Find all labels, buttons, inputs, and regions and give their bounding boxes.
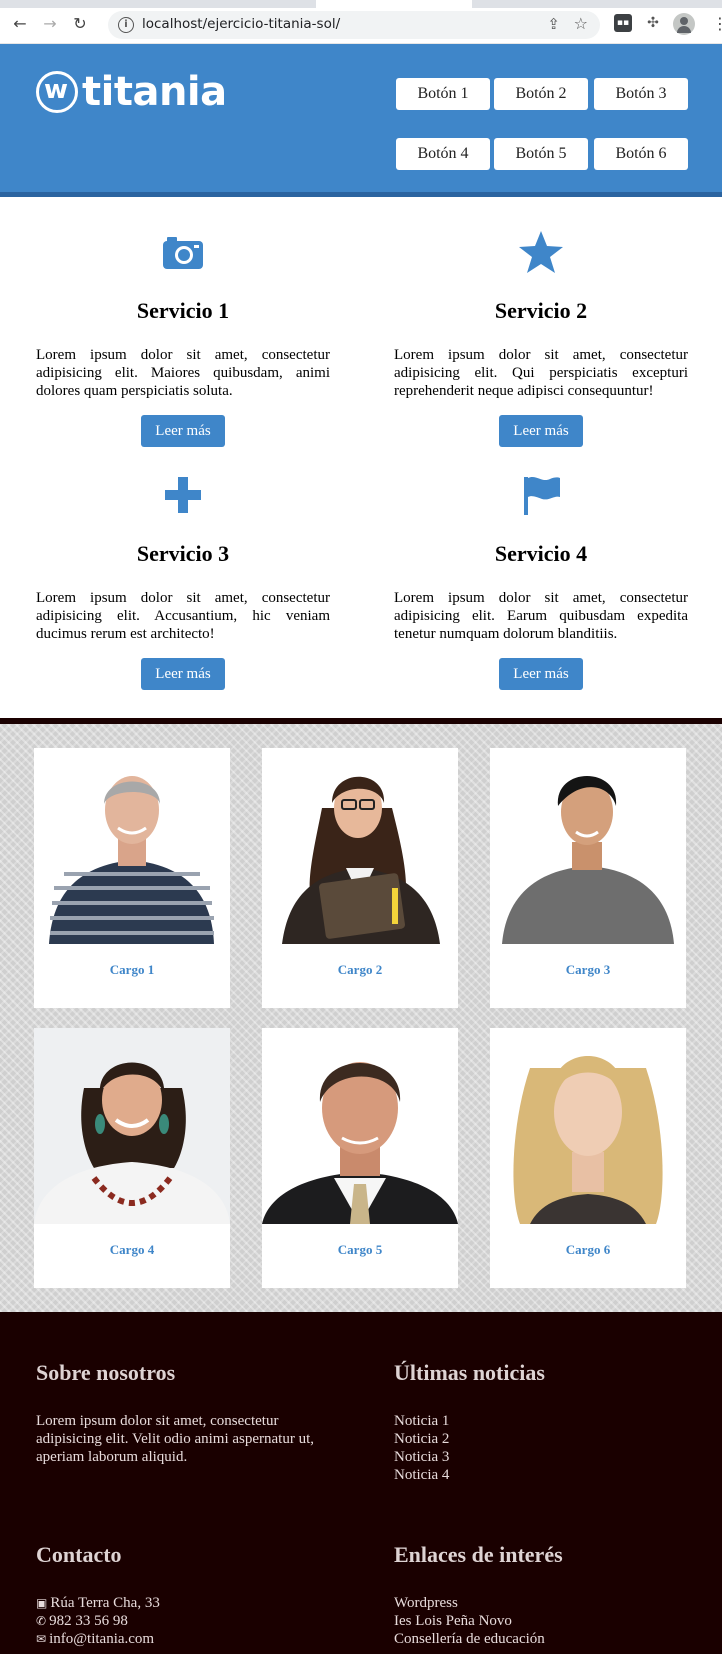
footer-news: Últimas noticias Noticia 1 Noticia 2 Not… — [394, 1360, 694, 1484]
bookmark-star-icon[interactable]: ☆ — [574, 14, 588, 33]
footer-contact: Contacto ▣ Rúa Terra Cha, 33 ✆ 982 33 56 9… — [36, 1542, 336, 1648]
service-text: Lorem ipsum dolor sit amet, consectetur … — [36, 347, 330, 399]
puzzle-icon[interactable]: ✣ — [644, 14, 662, 32]
footer-links-title: Enlaces de interés — [394, 1542, 563, 1567]
flag-icon — [394, 471, 688, 519]
site-info-icon[interactable]: i — [118, 17, 134, 33]
footer-about-text: Lorem ipsum dolor sit amet, consectetur … — [36, 1413, 315, 1465]
team-card[interactable]: Cargo 6 — [490, 1028, 686, 1288]
footer-links: Enlaces de interés Wordpress Ies Lois Pe… — [394, 1542, 694, 1648]
logo[interactable]: w titania — [36, 69, 227, 115]
team-photo-3 — [490, 748, 686, 944]
team-photo-4 — [34, 1028, 230, 1224]
reload-icon[interactable]: ↻ — [70, 14, 90, 34]
camera-icon — [36, 228, 330, 276]
interest-link[interactable]: Consellería de educación — [394, 1630, 694, 1648]
interest-link[interactable]: Wordpress — [394, 1594, 694, 1612]
news-link[interactable]: Noticia 3 — [394, 1448, 694, 1466]
contact-email[interactable]: info@titania.com — [49, 1631, 154, 1647]
active-tab[interactable] — [316, 0, 472, 8]
service-text: Lorem ipsum dolor sit amet, consectetur … — [394, 347, 688, 399]
footer-news-title: Últimas noticias — [394, 1360, 545, 1385]
contact-address: Rúa Terra Cha, 33 — [50, 1595, 160, 1611]
logo-text: titania — [82, 69, 227, 115]
news-link[interactable]: Noticia 4 — [394, 1466, 694, 1484]
nav-button-1[interactable]: Botón 1 — [396, 78, 490, 110]
service-title: Servicio 2 — [494, 298, 588, 323]
envelope-icon: ✉ — [36, 1632, 47, 1646]
team-section: Cargo 1 Cargo 2 Cargo 3 Cargo 4 Cargo 5 … — [0, 718, 722, 1312]
nav-button-3[interactable]: Botón 3 — [594, 78, 688, 110]
team-card[interactable]: Cargo 3 — [490, 748, 686, 1008]
team-photo-6 — [490, 1028, 686, 1224]
service-text: Lorem ipsum dolor sit amet, consectetur … — [394, 590, 688, 642]
site-footer: Sobre nosotros Lorem ipsum dolor sit ame… — [0, 1312, 722, 1654]
back-icon[interactable]: ← — [10, 14, 30, 34]
service-card-2: Servicio 2 Lorem ipsum dolor sit amet, c… — [394, 228, 688, 447]
interest-link[interactable]: Ies Lois Peña Novo — [394, 1612, 694, 1630]
read-more-button[interactable]: Leer más — [141, 658, 225, 690]
news-link[interactable]: Noticia 2 — [394, 1430, 694, 1448]
nav-button-6[interactable]: Botón 6 — [594, 138, 688, 170]
nav-button-5[interactable]: Botón 5 — [494, 138, 588, 170]
footer-about: Sobre nosotros Lorem ipsum dolor sit ame… — [36, 1360, 336, 1466]
site-header: w titania Botón 1 Botón 2 Botón 3 Botón … — [0, 44, 722, 197]
team-photo-2 — [262, 748, 458, 944]
star-icon — [394, 228, 688, 276]
browser-toolbar: ← → ↻ i localhost/ejercicio-titania-sol/… — [0, 0, 722, 44]
team-cargo: Cargo 3 — [565, 962, 611, 977]
menu-kebab-icon[interactable]: ⋮ — [712, 14, 722, 33]
service-card-3: Servicio 3 Lorem ipsum dolor sit amet, c… — [36, 471, 330, 690]
address-bar[interactable]: i localhost/ejercicio-titania-sol/ ⇪ ☆ — [108, 11, 600, 39]
nav-button-4[interactable]: Botón 4 — [396, 138, 490, 170]
team-card[interactable]: Cargo 4 — [34, 1028, 230, 1288]
nav-button-2[interactable]: Botón 2 — [494, 78, 588, 110]
tab-strip — [0, 0, 722, 8]
service-title: Servicio 3 — [136, 541, 230, 566]
plus-icon — [36, 471, 330, 519]
service-text: Lorem ipsum dolor sit amet, consectetur … — [36, 590, 330, 642]
phone-icon: ✆ — [36, 1614, 47, 1628]
profile-avatar-icon[interactable] — [673, 13, 695, 35]
team-card[interactable]: Cargo 5 — [262, 1028, 458, 1288]
service-card-4: Servicio 4 Lorem ipsum dolor sit amet, c… — [394, 471, 688, 690]
url-text[interactable]: localhost/ejercicio-titania-sol/ — [142, 16, 340, 32]
news-link[interactable]: Noticia 1 — [394, 1412, 694, 1430]
team-photo-1 — [34, 748, 230, 944]
address-card-icon: ▣ — [36, 1596, 48, 1610]
forward-icon[interactable]: → — [40, 14, 60, 34]
service-title: Servicio 1 — [136, 298, 230, 323]
team-photo-5 — [262, 1028, 458, 1224]
read-more-button[interactable]: Leer más — [499, 415, 583, 447]
team-cargo: Cargo 1 — [109, 962, 155, 977]
footer-contact-title: Contacto — [36, 1542, 122, 1567]
service-title: Servicio 4 — [494, 541, 588, 566]
team-cargo: Cargo 4 — [109, 1242, 155, 1257]
service-card-1: Servicio 1 Lorem ipsum dolor sit amet, c… — [36, 228, 330, 447]
team-card[interactable]: Cargo 1 — [34, 748, 230, 1008]
team-cargo: Cargo 6 — [565, 1242, 611, 1257]
read-more-button[interactable]: Leer más — [499, 658, 583, 690]
team-cargo: Cargo 2 — [337, 962, 383, 977]
contact-phone: 982 33 56 98 — [49, 1613, 128, 1629]
extension-icon[interactable]: ▪▪ — [614, 14, 632, 32]
share-icon[interactable]: ⇪ — [547, 15, 560, 33]
logo-mark-icon: w — [36, 71, 78, 113]
footer-about-title: Sobre nosotros — [36, 1360, 176, 1385]
read-more-button[interactable]: Leer más — [141, 415, 225, 447]
team-card[interactable]: Cargo 2 — [262, 748, 458, 1008]
team-cargo: Cargo 5 — [337, 1242, 383, 1257]
